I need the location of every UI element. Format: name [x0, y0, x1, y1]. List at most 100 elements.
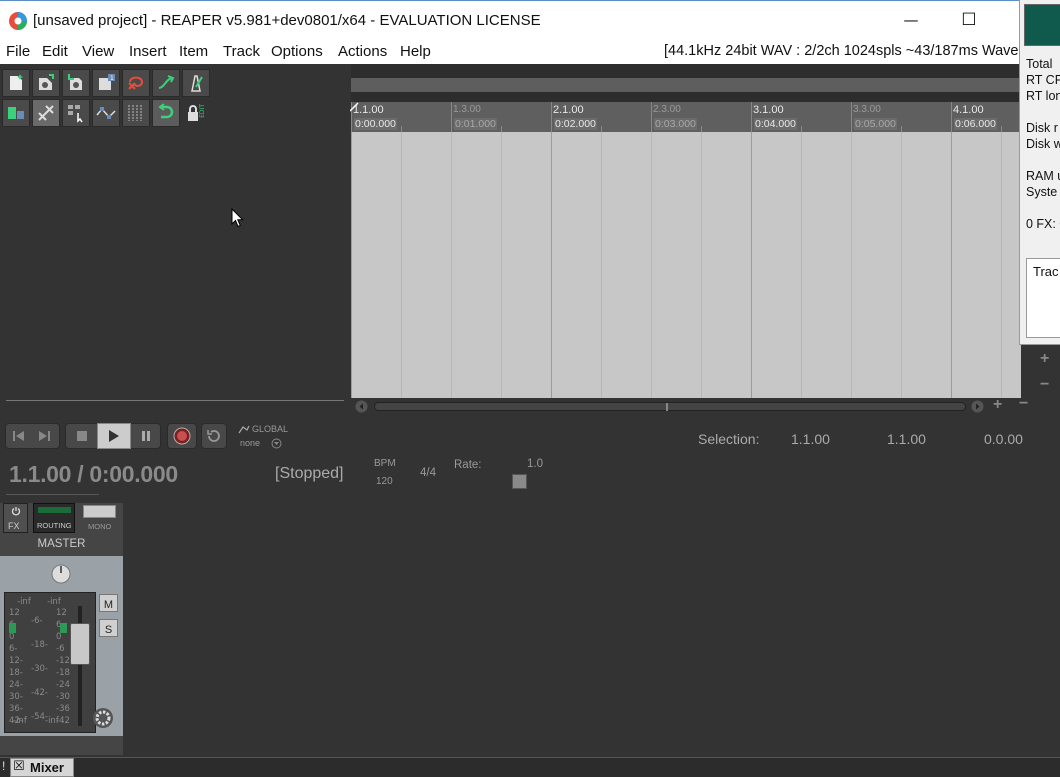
scroll-right-icon[interactable] — [971, 400, 984, 413]
fx-power-icon — [11, 507, 21, 516]
go-to-start-icon[interactable] — [12, 430, 26, 442]
lock-icon[interactable]: EDIT — [182, 99, 210, 127]
global-automation-label: GLOBAL — [252, 424, 289, 434]
meter-scale-right: 12 — [56, 608, 67, 618]
snap-icon[interactable] — [32, 99, 60, 127]
lock-edit-label: EDIT — [199, 104, 206, 118]
ruler-time-label: 0:04.000 — [754, 118, 797, 130]
selection-start[interactable]: 1.1.00 — [791, 431, 830, 447]
selection-end[interactable]: 1.1.00 — [887, 431, 926, 447]
scroll-left-icon[interactable] — [355, 400, 368, 413]
playhead-icon — [350, 102, 359, 112]
volume-fader-handle[interactable] — [70, 623, 90, 665]
automation-mode-value[interactable]: none — [240, 438, 260, 448]
bpm-value[interactable]: 120 — [376, 476, 393, 487]
meter-scale-mid: -42- — [31, 688, 48, 698]
marker-lane[interactable] — [351, 78, 1021, 92]
ruler-tick — [851, 102, 852, 132]
transport-play-group — [65, 423, 161, 449]
ruler-measure-label: 3.3.00 — [853, 104, 881, 115]
meter-scale-right: 0 — [56, 632, 62, 642]
go-to-end-icon[interactable] — [37, 430, 51, 442]
zoom-in-icon[interactable]: + — [993, 396, 1002, 414]
meter-scale-right: -24 — [56, 680, 70, 690]
menu-actions[interactable]: Actions — [338, 43, 387, 60]
timeline-ruler[interactable]: 1.1.00 0:00.000 1.3.00 0:01.000 2.1.00 0:02.0… — [351, 102, 1021, 132]
mute-button[interactable]: M — [99, 594, 118, 612]
ruler-region-lane[interactable] — [351, 64, 1021, 102]
mouse-cursor-icon — [231, 208, 244, 228]
menu-insert[interactable]: Insert — [129, 43, 167, 60]
horizontal-scrollbar[interactable]: + − — [351, 395, 1028, 414]
undo-icon[interactable] — [122, 69, 150, 97]
new-project-icon[interactable] — [2, 69, 30, 97]
meter-scale-mid: -6- — [31, 616, 43, 626]
zoom-out-icon[interactable]: − — [1019, 395, 1028, 413]
grid-line — [451, 132, 452, 398]
meter-scale-right: -6 — [56, 644, 65, 654]
grid-line — [1001, 132, 1002, 398]
selection-length[interactable]: 0.0.00 — [984, 431, 1023, 447]
redo-icon[interactable] — [152, 69, 180, 97]
peak-left[interactable]: -inf — [17, 597, 31, 607]
mixer-tab[interactable]: ☒ Mixer — [10, 758, 74, 777]
rate-value[interactable]: 1.0 — [527, 458, 543, 470]
menu-item[interactable]: Item — [179, 43, 208, 60]
vertical-zoom-out-icon[interactable]: − — [1040, 376, 1049, 394]
menu-options[interactable]: Options — [271, 43, 323, 60]
peak-right[interactable]: -inf — [47, 597, 61, 607]
record-button[interactable] — [167, 423, 197, 449]
menu-view[interactable]: View — [82, 43, 114, 60]
mono-button[interactable]: MONO — [83, 505, 116, 531]
meter-scale-left: 0 — [9, 632, 15, 642]
grid-line — [751, 132, 752, 398]
arrange-view[interactable]: 1.1.00 0:00.000 1.3.00 0:01.000 2.1.00 0:02.0… — [351, 64, 1021, 398]
tracks-list[interactable]: Trac — [1026, 258, 1060, 338]
project-settings-icon[interactable]: 1 — [92, 69, 120, 97]
perf-stat-line: 0 FX: 0 — [1026, 217, 1060, 231]
repeat-button[interactable] — [201, 423, 227, 449]
crossfade-icon[interactable] — [122, 99, 150, 127]
play-icon[interactable] — [108, 430, 120, 442]
menu-edit[interactable]: Edit — [42, 43, 68, 60]
automation-dropdown-icon[interactable] — [271, 438, 282, 449]
fx-button[interactable]: FX — [3, 503, 28, 533]
maximize-button[interactable]: ☐ — [958, 9, 980, 31]
ruler-tick — [951, 102, 952, 132]
meter-scale-right: -18 — [56, 668, 70, 678]
menu-file[interactable]: File — [6, 43, 30, 60]
close-icon[interactable]: ☒ — [13, 759, 25, 774]
ripple-edit-icon[interactable] — [2, 99, 30, 127]
minimize-button[interactable]: — — [900, 9, 922, 31]
scrollbar-track[interactable] — [374, 402, 966, 411]
loop-icon[interactable] — [152, 99, 180, 127]
metronome-icon[interactable] — [182, 69, 210, 97]
pan-knob-icon[interactable] — [51, 564, 71, 584]
routing-button[interactable]: ROUTING — [33, 503, 75, 533]
time-position-display[interactable]: 1.1.00 / 0:00.000 — [9, 461, 178, 488]
reaper-logo-icon — [9, 12, 27, 30]
open-project-icon[interactable] — [32, 69, 60, 97]
grouping-icon[interactable] — [62, 99, 90, 127]
envelope-points-icon[interactable] — [92, 99, 120, 127]
reaper-window: [unsaved project] - REAPER v5.981+dev080… — [0, 0, 1060, 777]
time-signature[interactable]: 4/4 — [420, 467, 436, 479]
pause-icon[interactable] — [140, 430, 152, 442]
meter-scale-left: 12 — [9, 608, 20, 618]
docker-handle[interactable]: ! — [2, 759, 5, 773]
audio-device-status[interactable]: [44.1kHz 24bit WAV : 2/2ch 1024spls ~43/… — [664, 43, 1019, 59]
solo-button[interactable]: S — [99, 619, 118, 637]
menu-track[interactable]: Track — [223, 43, 260, 60]
menu-help[interactable]: Help — [400, 43, 431, 60]
tracks-column-header[interactable]: Trac — [1033, 264, 1059, 279]
vertical-zoom-in-icon[interactable]: + — [1040, 350, 1049, 368]
mono-icon — [83, 505, 116, 518]
stop-icon[interactable] — [76, 430, 88, 442]
transport-divider — [6, 494, 99, 495]
rate-slider-handle[interactable] — [512, 474, 527, 489]
grid-line — [351, 132, 352, 398]
save-project-icon[interactable] — [62, 69, 90, 97]
scrollbar-thumb[interactable] — [666, 403, 668, 411]
meter-scale-left: 24- — [9, 680, 23, 690]
gear-icon[interactable] — [92, 707, 114, 729]
